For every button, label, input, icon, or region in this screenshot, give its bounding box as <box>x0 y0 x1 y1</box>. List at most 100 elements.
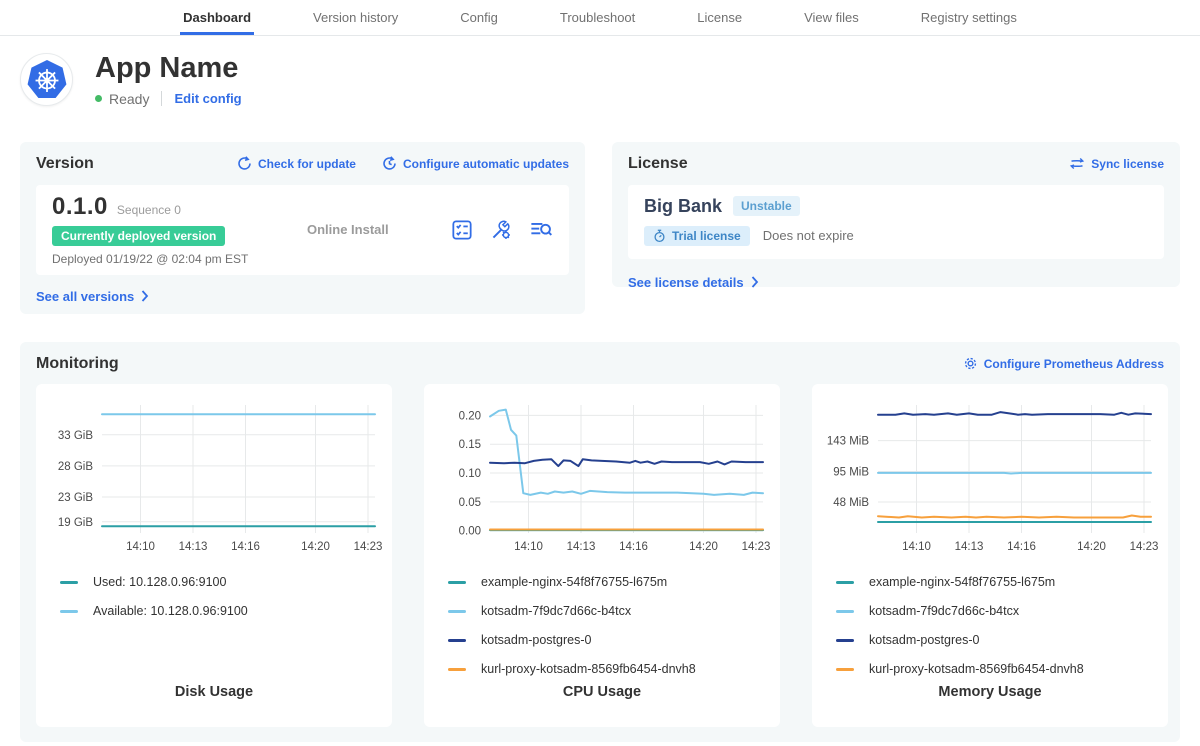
chevron-right-icon <box>141 290 149 302</box>
legend-item: Available: 10.128.0.96:9100 <box>60 597 382 626</box>
svg-text:14:16: 14:16 <box>1007 541 1036 553</box>
preflight-checks-button[interactable] <box>451 219 473 241</box>
deployed-timestamp: Deployed 01/19/22 @ 02:04 pm EST <box>52 252 267 266</box>
channel-badge: Unstable <box>733 196 800 216</box>
legend-swatch <box>836 668 854 671</box>
status-dot <box>95 95 102 102</box>
license-panel: License Sync license Big Bank Unstable <box>612 142 1180 287</box>
svg-text:0.10: 0.10 <box>459 468 481 480</box>
legend-label: kotsadm-postgres-0 <box>869 633 979 647</box>
trial-license-label: Trial license <box>672 229 741 243</box>
divider <box>161 91 162 106</box>
edit-config-link[interactable]: Edit config <box>174 91 241 106</box>
svg-text:23 GiB: 23 GiB <box>58 492 93 504</box>
sync-license-label: Sync license <box>1091 157 1164 171</box>
cpu-usage-card: 0.000.050.100.150.2014:1014:1314:1614:20… <box>424 384 780 727</box>
legend-swatch <box>836 610 854 613</box>
legend-item: example-nginx-54f8f76755-l675m <box>836 568 1158 597</box>
svg-text:0.15: 0.15 <box>459 439 481 451</box>
stopwatch-icon <box>653 229 666 243</box>
svg-text:0.05: 0.05 <box>459 497 481 509</box>
tab-license[interactable]: License <box>694 0 745 35</box>
check-for-update-label: Check for update <box>258 157 356 171</box>
svg-text:14:20: 14:20 <box>301 541 330 553</box>
configure-prometheus-button[interactable]: Configure Prometheus Address <box>963 356 1164 371</box>
legend-item: kotsadm-postgres-0 <box>836 626 1158 655</box>
svg-text:14:16: 14:16 <box>231 541 260 553</box>
configure-automatic-updates-button[interactable]: Configure automatic updates <box>382 156 569 171</box>
monitoring-panel: Monitoring Configure Prometheus Address … <box>20 342 1180 742</box>
legend-swatch <box>448 668 466 671</box>
legend-swatch <box>448 639 466 642</box>
app-header: App Name Ready Edit config <box>20 53 1200 107</box>
legend-swatch <box>448 610 466 613</box>
legend-item: kotsadm-7f9dc7d66c-b4tcx <box>448 597 770 626</box>
tab-view-files[interactable]: View files <box>801 0 862 35</box>
install-type-label: Online Install <box>307 222 389 237</box>
disk-usage-legend: Used: 10.128.0.96:9100 Available: 10.128… <box>60 568 382 626</box>
svg-text:14:10: 14:10 <box>902 541 931 553</box>
legend-label: kotsadm-postgres-0 <box>481 633 591 647</box>
panels-row: Version Check for update Configure au <box>20 142 1180 314</box>
tab-registry-settings[interactable]: Registry settings <box>918 0 1020 35</box>
top-nav: Dashboard Version history Config Trouble… <box>0 0 1200 36</box>
see-license-details-link[interactable]: See license details <box>628 275 759 290</box>
memory-usage-chart: 48 MiB95 MiB143 MiB14:1014:1314:1614:201… <box>822 392 1158 560</box>
legend-item: kurl-proxy-kotsadm-8569fb6454-dnvh8 <box>836 655 1158 684</box>
legend-swatch <box>836 639 854 642</box>
cpu-usage-legend: example-nginx-54f8f76755-l675m kotsadm-7… <box>448 568 770 684</box>
kubernetes-icon <box>26 59 68 101</box>
memory-usage-legend: example-nginx-54f8f76755-l675m kotsadm-7… <box>836 568 1158 684</box>
license-customer-name: Big Bank <box>644 196 722 217</box>
tab-dashboard[interactable]: Dashboard <box>180 0 254 35</box>
disk-usage-title: Disk Usage <box>46 684 382 700</box>
version-title: Version <box>36 155 94 173</box>
legend-label: Available: 10.128.0.96:9100 <box>93 604 248 618</box>
version-number: 0.1.0 <box>52 193 108 221</box>
legend-swatch <box>60 581 78 584</box>
legend-label: Used: 10.128.0.96:9100 <box>93 575 226 589</box>
version-panel: Version Check for update Configure au <box>20 142 585 314</box>
legend-swatch <box>448 581 466 584</box>
legend-item: kurl-proxy-kotsadm-8569fb6454-dnvh8 <box>448 655 770 684</box>
svg-text:0.20: 0.20 <box>459 410 481 422</box>
see-license-details-label: See license details <box>628 275 744 290</box>
see-all-versions-link[interactable]: See all versions <box>36 289 149 304</box>
legend-label: example-nginx-54f8f76755-l675m <box>481 575 667 589</box>
tab-config[interactable]: Config <box>457 0 501 35</box>
legend-swatch <box>60 610 78 613</box>
svg-text:0.00: 0.00 <box>459 526 481 538</box>
sync-license-button[interactable]: Sync license <box>1069 157 1164 171</box>
svg-text:14:13: 14:13 <box>179 541 208 553</box>
svg-text:48 MiB: 48 MiB <box>833 497 869 509</box>
gear-icon <box>963 356 978 371</box>
wrench-gear-icon <box>490 219 512 241</box>
status-text: Ready <box>109 91 149 107</box>
tab-troubleshoot[interactable]: Troubleshoot <box>557 0 638 35</box>
configure-automatic-updates-label: Configure automatic updates <box>403 157 569 171</box>
svg-text:33 GiB: 33 GiB <box>58 430 93 442</box>
current-version-card: 0.1.0 Sequence 0 Currently deployed vers… <box>36 185 569 275</box>
svg-text:14:13: 14:13 <box>955 541 984 553</box>
svg-text:95 MiB: 95 MiB <box>833 466 869 478</box>
view-logs-button[interactable] <box>529 219 553 241</box>
disk-usage-chart: 19 GiB 23 GiB 28 GiB 33 GiB 14:10 14:13 14:16 1… <box>46 392 382 560</box>
chevron-right-icon <box>751 276 759 288</box>
edit-config-icon-button[interactable] <box>490 219 512 241</box>
legend-item: kotsadm-7f9dc7d66c-b4tcx <box>836 597 1158 626</box>
svg-text:14:10: 14:10 <box>126 541 155 553</box>
svg-text:14:20: 14:20 <box>1077 541 1106 553</box>
tab-version-history[interactable]: Version history <box>310 0 401 35</box>
configure-prometheus-label: Configure Prometheus Address <box>984 357 1164 371</box>
app-logo <box>20 53 73 106</box>
svg-text:14:20: 14:20 <box>689 541 718 553</box>
check-for-update-button[interactable]: Check for update <box>237 156 356 171</box>
legend-label: example-nginx-54f8f76755-l675m <box>869 575 1055 589</box>
svg-text:19 GiB: 19 GiB <box>58 517 93 529</box>
legend-item: Used: 10.128.0.96:9100 <box>60 568 382 597</box>
license-expiry: Does not expire <box>763 228 854 243</box>
svg-text:28 GiB: 28 GiB <box>58 461 93 473</box>
cpu-usage-title: CPU Usage <box>434 684 770 700</box>
svg-text:14:23: 14:23 <box>1130 541 1158 553</box>
logs-search-icon <box>529 219 553 241</box>
